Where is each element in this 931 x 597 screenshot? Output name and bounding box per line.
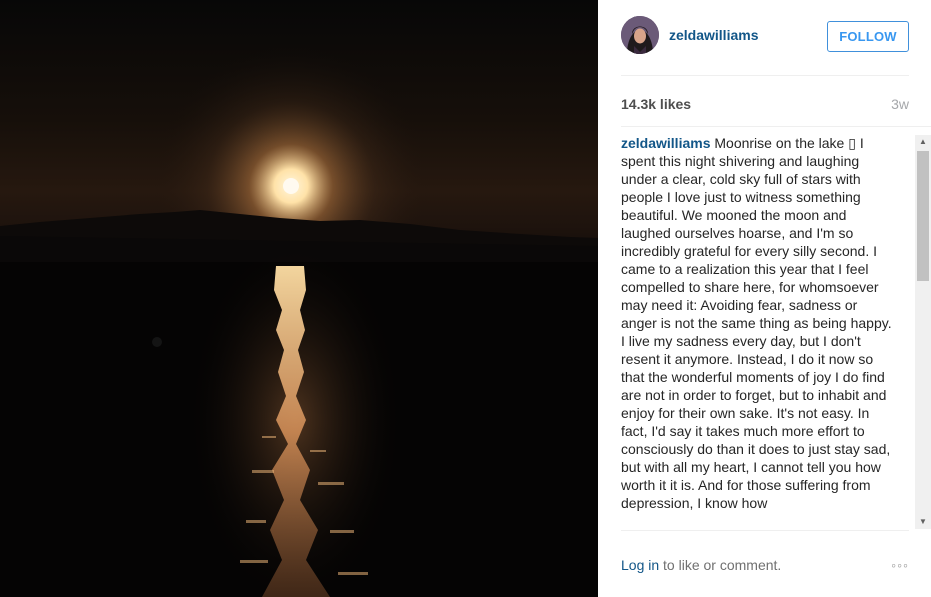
caption-text: Moonrise on the lake ▯ I spent this nigh…	[621, 135, 892, 511]
login-link[interactable]: Log in	[621, 557, 659, 573]
caption-username-link[interactable]: zeldawilliams	[621, 135, 710, 151]
post-age[interactable]: 3w	[891, 96, 909, 112]
post-details-panel: zeldawilliams FOLLOW 14.3k likes 3w zeld…	[598, 0, 931, 597]
comments-section: zeldawilliams Moonrise on the lake ▯ I s…	[621, 126, 931, 530]
post-footer: Log in to like or comment. ◦◦◦	[621, 530, 909, 597]
login-prompt-text: to like or comment.	[659, 557, 782, 573]
caption: zeldawilliams Moonrise on the lake ▯ I s…	[621, 134, 893, 529]
username-link[interactable]: zeldawilliams	[669, 27, 758, 43]
likes-count[interactable]: 14.3k likes	[621, 96, 691, 112]
profile-picture	[621, 16, 659, 54]
moonrise-image	[0, 46, 598, 597]
more-options-icon[interactable]: ◦◦◦	[891, 557, 909, 573]
comments-scrollbar[interactable]: ▲ ▼	[915, 135, 931, 529]
scroll-up-arrow-icon[interactable]: ▲	[915, 135, 931, 149]
scroll-down-arrow-icon[interactable]: ▼	[915, 515, 931, 529]
post-photo[interactable]	[0, 0, 598, 597]
scroll-thumb[interactable]	[917, 151, 929, 281]
moon	[283, 178, 299, 194]
follow-button[interactable]: FOLLOW	[827, 21, 909, 52]
post-stats: 14.3k likes 3w	[621, 96, 909, 116]
login-prompt: Log in to like or comment.	[621, 557, 781, 573]
post-header: zeldawilliams FOLLOW	[621, 0, 909, 76]
buoy	[152, 337, 162, 347]
avatar[interactable]	[621, 16, 659, 54]
